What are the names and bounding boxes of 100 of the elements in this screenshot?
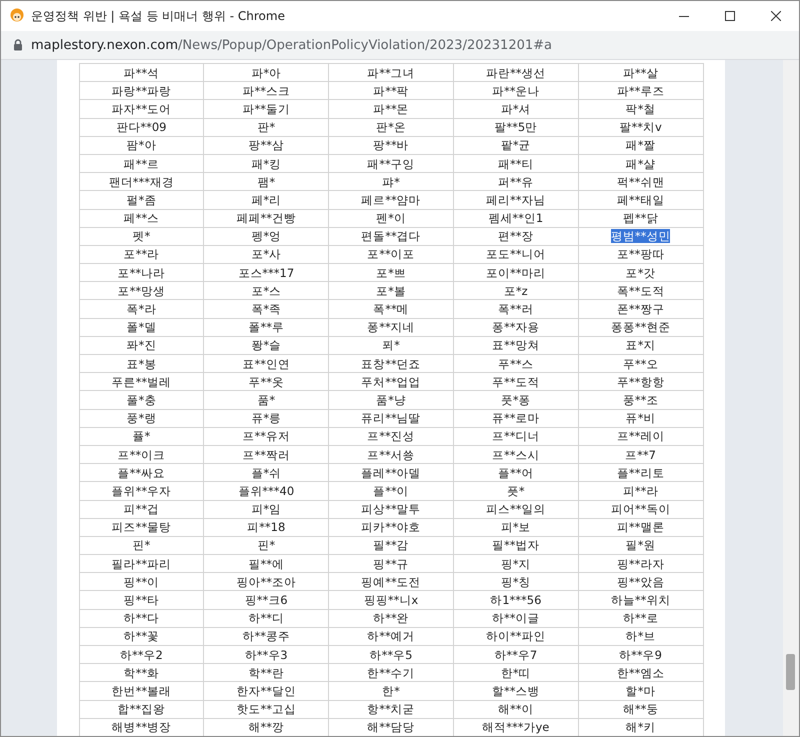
name-cell: 하**다 xyxy=(124,611,160,626)
name-cell: 퓨**로마 xyxy=(492,411,540,426)
name-cell: 펭*엉 xyxy=(251,229,282,244)
name-cell: 해적***가ye xyxy=(482,720,550,734)
name-cell: 펩**닭 xyxy=(622,211,658,226)
name-cell: 파**팍 xyxy=(373,84,409,98)
name-cell: 파*셔 xyxy=(500,102,531,116)
name-cell: 하**우9 xyxy=(619,648,662,662)
name-cell: 프**7 xyxy=(625,448,656,462)
name-cell: 퓨*비 xyxy=(626,411,656,426)
name-cell: 풍**조 xyxy=(622,392,658,407)
name-cell: 하*브 xyxy=(626,629,656,644)
name-cell: 퐁퐁**현준 xyxy=(610,320,670,334)
name-cell: 하**로 xyxy=(622,611,658,626)
name-cell: 포**나라 xyxy=(118,266,166,280)
name-cell: 프**이크 xyxy=(118,448,166,462)
name-cell: 플위***40 xyxy=(238,484,294,498)
name-cell: 학**화 xyxy=(124,666,160,680)
name-cell: 표창**던죠 xyxy=(361,356,421,371)
name-cell: 프**짝러 xyxy=(242,448,290,462)
name-cell: 피*보 xyxy=(500,520,531,534)
name-cell: 포*사 xyxy=(251,247,282,262)
name-cell: 필**법자 xyxy=(492,538,540,552)
name-cell: 푸**항항 xyxy=(616,374,664,389)
name-cell: 품* xyxy=(257,392,276,407)
name-cell: 포**이포 xyxy=(367,247,415,262)
name-cell: 핑아**조아 xyxy=(236,574,296,589)
name-cell: 포**라 xyxy=(124,247,160,262)
name-cell: 핑**타 xyxy=(124,593,160,608)
name-cell: 폭**도적 xyxy=(616,284,664,298)
name-cell: 피**겁 xyxy=(124,502,160,516)
close-icon[interactable] xyxy=(771,11,781,21)
name-cell: 플*쉬 xyxy=(251,466,282,480)
name-cell: 패*샬 xyxy=(626,156,656,171)
name-cell: 팡**삼 xyxy=(248,138,284,152)
maximize-icon[interactable] xyxy=(725,11,735,21)
name-cell: 필라**파리 xyxy=(112,556,172,571)
name-cell: 풀*충 xyxy=(126,392,156,407)
name-cell: 핑**았음 xyxy=(616,574,664,589)
name-cell: 폭**러 xyxy=(498,302,534,316)
name-cell: 포이**마리 xyxy=(486,266,546,280)
name-cell: 파**루즈 xyxy=(616,84,664,98)
name-cell: 하**꽃 xyxy=(124,629,160,644)
name-cell: 한번**볼래 xyxy=(112,684,172,698)
name-cell: 포**팡따 xyxy=(616,247,664,262)
name-cell: 피카**야호 xyxy=(361,520,421,534)
name-cell: 포도**니어 xyxy=(486,247,546,262)
name-cell: 판*온 xyxy=(376,120,406,134)
name-cell: 푀* xyxy=(382,338,400,352)
name-cell: 폭**메 xyxy=(373,302,409,316)
name-cell: 하**콩주 xyxy=(242,629,290,644)
mushroom-icon xyxy=(9,8,25,24)
name-cell: 파**석 xyxy=(124,66,160,80)
name-cell: 하**우3 xyxy=(244,648,288,662)
name-cell: 퍽**쉬맨 xyxy=(616,174,664,189)
name-cell: 퍼**유 xyxy=(498,174,534,189)
name-cell: 포*스 xyxy=(251,284,282,298)
name-cell: 피스**일의 xyxy=(486,502,546,516)
name-cell: 풍*랭 xyxy=(126,411,156,426)
name-cell: 판다**09 xyxy=(116,120,166,134)
name-cell: 핑**라자 xyxy=(616,556,664,571)
name-cell: 피어**독이 xyxy=(610,502,670,516)
name-cell: 파자**도어 xyxy=(112,102,172,116)
name-cell: 파란**생선 xyxy=(486,66,546,80)
name-cell: 할**스뱅 xyxy=(492,684,540,698)
name-cell: 플**리토 xyxy=(616,466,664,480)
name-cell: 하**예거 xyxy=(367,629,415,644)
name-cell: 퐈*진 xyxy=(126,338,156,352)
name-cell: 프**레이 xyxy=(616,429,664,444)
name-cell: 한자**달인 xyxy=(236,684,296,698)
name-cell: 프**서쑝 xyxy=(367,448,415,462)
scrollbar[interactable] xyxy=(783,60,799,736)
name-cell: 한* xyxy=(382,684,400,698)
name-cell: 파**운나 xyxy=(492,84,540,98)
name-cell: 피즈**물탕 xyxy=(112,520,172,534)
name-cell: 포*볼 xyxy=(376,284,406,298)
name-cell: 프**스시 xyxy=(492,448,540,462)
name-cell: 필*원 xyxy=(626,538,656,552)
name-cell: 플위**우자 xyxy=(112,484,172,498)
name-cell: 해**깡 xyxy=(248,720,284,734)
name-cell: 퐁**지네 xyxy=(367,320,415,334)
name-cell: 파**스크 xyxy=(242,84,290,98)
name-cell: 학**란 xyxy=(248,666,284,680)
name-cell: 하늘**위치 xyxy=(610,593,670,608)
name-cell: 패*짤 xyxy=(626,138,656,152)
name-cell: 페**태일 xyxy=(616,192,664,207)
name-cell: 항**치굳 xyxy=(367,702,415,716)
name-cell: 팔**5만 xyxy=(494,120,538,134)
name-cell: 포*갓 xyxy=(626,266,656,280)
name-cell: 패**티 xyxy=(498,156,534,171)
name-cell: 필**에 xyxy=(248,556,284,571)
name-cell: 패*킹 xyxy=(251,156,282,171)
name-cell: 하**우2 xyxy=(120,648,163,662)
name-cell: 편**장 xyxy=(498,229,534,244)
name-cell: 파*아 xyxy=(251,66,282,80)
name-cell: 폴**루 xyxy=(248,320,284,334)
name-cell: 퓨*릉 xyxy=(251,411,282,426)
name-cell: 표*봉 xyxy=(126,356,156,371)
name-cell: 팥*균 xyxy=(500,138,531,152)
name-cell: 플**싸요 xyxy=(118,466,166,480)
